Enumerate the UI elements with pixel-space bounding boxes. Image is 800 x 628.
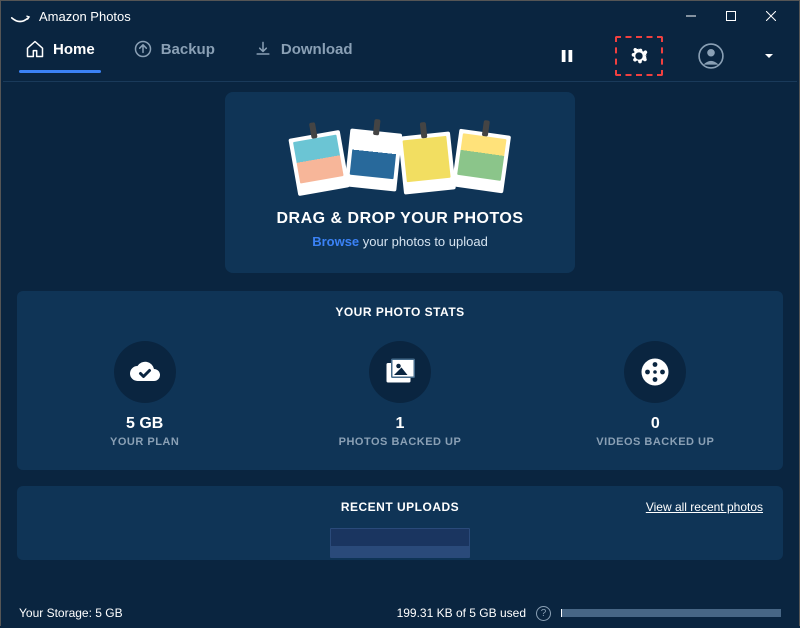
- tab-backup[interactable]: Backup: [129, 39, 219, 73]
- pause-button[interactable]: [549, 38, 585, 74]
- film-reel-icon: [637, 354, 673, 390]
- stats-title: YOUR PHOTO STATS: [17, 291, 783, 333]
- tab-label: Backup: [161, 41, 215, 58]
- caret-down-icon: [764, 51, 774, 61]
- drop-zone-sub-rest: your photos to upload: [359, 234, 488, 249]
- download-icon: [253, 39, 273, 59]
- gear-icon: [628, 45, 650, 67]
- stat-label: PHOTOS BACKED UP: [339, 436, 462, 448]
- app-logo: Amazon Photos: [9, 5, 131, 27]
- stat-label: VIDEOS BACKED UP: [596, 436, 714, 448]
- usage-text: 199.31 KB of 5 GB used: [397, 606, 526, 620]
- storage-progress: [561, 609, 781, 617]
- drop-zone-title: DRAG & DROP YOUR PHOTOS: [245, 210, 555, 228]
- user-avatar-icon: [698, 43, 724, 69]
- sample-photos-illustration: [245, 112, 555, 192]
- upload-arrow-icon: [133, 39, 153, 59]
- recent-uploads-section: RECENT UPLOADS View all recent photos: [17, 486, 783, 560]
- settings-button[interactable]: [621, 38, 657, 74]
- account-button[interactable]: [693, 38, 729, 74]
- stat-value: 1: [396, 415, 405, 433]
- photos-icon: [382, 354, 418, 390]
- stat-photos-backed-up: 1 PHOTOS BACKED UP: [274, 341, 527, 448]
- stat-label: YOUR PLAN: [110, 436, 179, 448]
- tab-download[interactable]: Download: [249, 39, 357, 73]
- status-footer: Your Storage: 5 GB 199.31 KB of 5 GB use…: [1, 598, 799, 628]
- recent-thumbnail[interactable]: [330, 528, 470, 558]
- minimize-button[interactable]: [671, 1, 711, 31]
- drop-zone-subtitle: Browse your photos to upload: [245, 234, 555, 249]
- titlebar: Amazon Photos: [1, 1, 799, 31]
- menu-dropdown-button[interactable]: [759, 38, 779, 74]
- stat-value: 0: [651, 415, 660, 433]
- settings-highlight: [615, 36, 663, 76]
- help-icon[interactable]: ?: [536, 606, 551, 621]
- browse-link[interactable]: Browse: [312, 234, 359, 249]
- nav-bar: Home Backup Download: [1, 31, 799, 81]
- main-content: DRAG & DROP YOUR PHOTOS Browse your phot…: [1, 82, 799, 598]
- amazon-smile-icon: [9, 5, 31, 27]
- cloud-check-icon: [127, 354, 163, 390]
- app-title: Amazon Photos: [39, 9, 131, 24]
- maximize-button[interactable]: [711, 1, 751, 31]
- tab-label: Home: [53, 41, 95, 58]
- stat-videos-backed-up: 0 VIDEOS BACKED UP: [529, 341, 782, 448]
- close-button[interactable]: [751, 1, 791, 31]
- stat-value: 5 GB: [126, 415, 163, 433]
- pause-icon: [558, 47, 576, 65]
- tab-label: Download: [281, 41, 353, 58]
- stats-section: YOUR PHOTO STATS 5 GB YOUR PLAN 1 PHOTOS…: [17, 291, 783, 470]
- stat-your-plan: 5 GB YOUR PLAN: [18, 341, 271, 448]
- drop-zone[interactable]: DRAG & DROP YOUR PHOTOS Browse your phot…: [225, 92, 575, 273]
- storage-label: Your Storage: 5 GB: [19, 606, 123, 620]
- home-icon: [25, 39, 45, 59]
- tab-home[interactable]: Home: [21, 39, 99, 73]
- view-all-link[interactable]: View all recent photos: [646, 500, 763, 514]
